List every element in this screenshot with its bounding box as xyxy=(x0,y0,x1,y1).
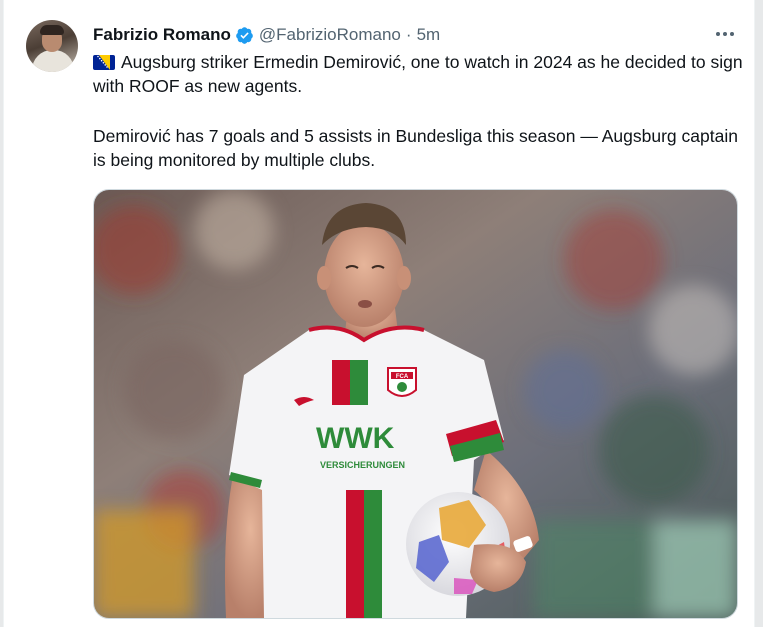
more-dot xyxy=(730,32,734,36)
player-ear xyxy=(317,266,331,290)
tweet-text-paragraph-2: Demirović has 7 goals and 5 assists in B… xyxy=(93,126,738,170)
separator-dot: · xyxy=(405,25,412,44)
tweet-header: Fabrizio Romano @FabrizioRomano · 5m xyxy=(93,23,440,47)
more-dot xyxy=(723,32,727,36)
more-dot xyxy=(716,32,720,36)
shirt-sponsor-subtext: VERSICHERUNGEN xyxy=(320,460,405,470)
player-head xyxy=(324,223,404,327)
bosnia-flag-icon xyxy=(93,55,115,70)
verified-badge-icon xyxy=(236,26,253,44)
club-badge: FCA xyxy=(387,367,417,397)
tweet-card[interactable]: Fabrizio Romano @FabrizioRomano · 5m Aug… xyxy=(3,0,755,627)
tweet-photo[interactable]: FCA WWK VERSICHERUNGEN xyxy=(93,189,738,619)
more-options-icon[interactable] xyxy=(710,22,740,46)
player-mouth xyxy=(358,300,372,308)
tweet-timestamp[interactable]: 5m xyxy=(417,25,441,45)
shirt-sponsor-text: WWK xyxy=(316,422,395,455)
shirt-stripe-green xyxy=(350,360,368,405)
player-photo: FCA WWK VERSICHERUNGEN xyxy=(94,190,737,618)
author-name[interactable]: Fabrizio Romano xyxy=(93,25,231,45)
tweet-text-paragraph-1: Augsburg striker Ermedin Demirović, one … xyxy=(93,50,743,98)
player-ear xyxy=(397,266,411,290)
author-handle[interactable]: @FabrizioRomano xyxy=(259,25,401,45)
author-avatar[interactable] xyxy=(26,20,78,72)
avatar-hair-shape xyxy=(40,25,64,35)
tweet-text-line: Augsburg striker Ermedin Demirović, one … xyxy=(93,52,743,96)
avatar-body-shape xyxy=(32,50,74,72)
shirt-stripe-red xyxy=(346,490,364,618)
shirt-stripe-green xyxy=(364,490,382,618)
club-badge-text: FCA xyxy=(396,374,409,380)
shirt-stripe-red xyxy=(332,360,350,405)
